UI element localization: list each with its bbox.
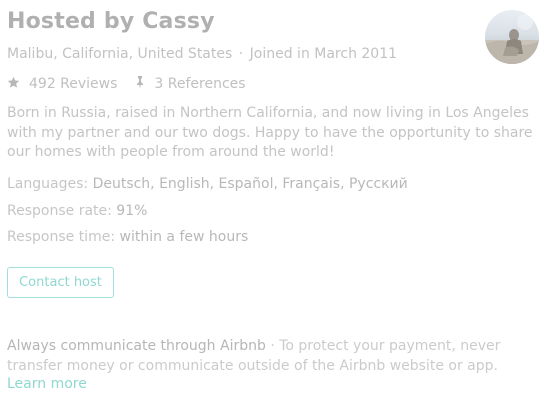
host-title: Hosted by Cassy [7,9,215,34]
contact-host-button[interactable]: Contact host [7,267,114,298]
response-rate-value: 91% [116,203,148,219]
safety-notice: Always communicate through Airbnb · To p… [7,337,547,376]
reviews-stat[interactable]: 492 Reviews [7,76,117,93]
host-bio: Born in Russia, raised in Northern Calif… [7,105,533,160]
languages-label: Languages: [7,176,89,192]
learn-more-link[interactable]: Learn more [7,376,87,392]
references-stat[interactable]: 3 References [135,75,246,93]
response-rate-row: Response rate: 91% [7,203,147,219]
notice-separator: · [270,338,275,354]
reference-icon [135,75,145,93]
languages-value: Deutsch, English, Español, Français, Рус… [92,176,408,192]
meta-separator: · [238,46,244,62]
notice-heading: Always communicate through Airbnb [7,338,266,354]
host-meta: Malibu, California, United States · Join… [7,46,397,62]
host-joined: Joined in March 2011 [249,46,398,62]
response-time-value: within a few hours [119,229,249,245]
response-time-row: Response time: within a few hours [7,229,248,245]
star-icon [7,76,20,93]
host-stats: 492 Reviews 3 References [7,75,246,93]
response-rate-label: Response rate: [7,203,112,219]
response-time-label: Response time: [7,229,116,245]
references-count: 3 References [154,76,246,92]
host-avatar[interactable] [485,10,539,64]
host-location: Malibu, California, United States [7,46,233,62]
reviews-count: 492 Reviews [29,76,118,92]
host-profile-section: Hosted by Cassy Malibu, California, Unit… [7,0,547,414]
languages-row: Languages: Deutsch, English, Español, Fr… [7,176,408,192]
